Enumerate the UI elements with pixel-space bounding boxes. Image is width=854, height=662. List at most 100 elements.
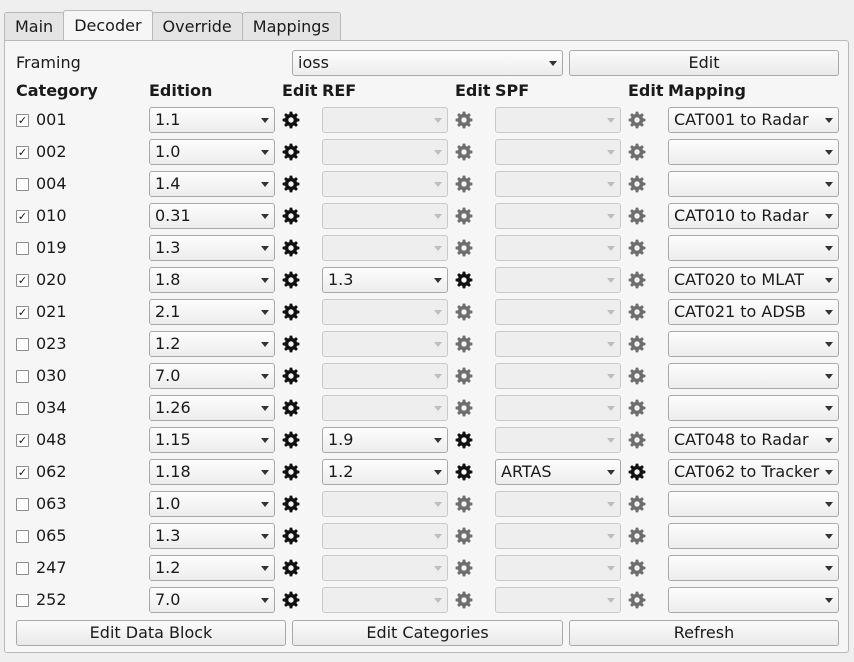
mapping-select[interactable]	[668, 523, 839, 549]
header-ref-edit: Edit	[455, 81, 491, 100]
tab-override[interactable]: Override	[151, 12, 243, 40]
edition-select[interactable]: 1.2	[149, 331, 275, 357]
edition-select[interactable]: 7.0	[149, 587, 275, 613]
gear-icon	[455, 591, 473, 609]
edition-select[interactable]: 1.15	[149, 427, 275, 453]
category-checkbox[interactable]: ✓	[16, 114, 29, 127]
gear-icon	[628, 271, 646, 289]
mapping-select[interactable]: CAT010 to Radar	[668, 203, 839, 229]
gear-icon[interactable]	[282, 207, 300, 225]
category-label: 021	[36, 302, 67, 321]
category-label: 063	[36, 494, 67, 513]
edit-data-block-button[interactable]: Edit Data Block	[16, 620, 286, 646]
edition-select-value: 1.3	[155, 526, 181, 545]
edit-categories-button[interactable]: Edit Categories	[292, 620, 563, 646]
gear-icon[interactable]	[282, 367, 300, 385]
gear-icon[interactable]	[282, 495, 300, 513]
tab-main[interactable]: Main	[4, 12, 65, 40]
edition-select[interactable]: 1.3	[149, 235, 275, 261]
spf-select[interactable]: ARTAS	[495, 459, 621, 485]
spf-select	[495, 427, 621, 453]
edition-select[interactable]: 0.31	[149, 203, 275, 229]
gear-icon[interactable]	[455, 463, 473, 481]
refresh-button[interactable]: Refresh	[569, 620, 839, 646]
category-checkbox[interactable]: ✓	[16, 562, 29, 575]
ref-select[interactable]: 1.2	[322, 459, 448, 485]
edition-select[interactable]: 1.2	[149, 555, 275, 581]
edition-select[interactable]: 1.4	[149, 171, 275, 197]
mapping-select[interactable]	[668, 139, 839, 165]
mapping-select[interactable]: CAT001 to Radar	[668, 107, 839, 133]
category-checkbox[interactable]: ✓	[16, 370, 29, 383]
edition-select[interactable]: 2.1	[149, 299, 275, 325]
category-checkbox[interactable]: ✓	[16, 210, 29, 223]
gear-icon[interactable]	[282, 463, 300, 481]
mapping-select[interactable]	[668, 587, 839, 613]
mapping-select[interactable]: CAT020 to MLAT	[668, 267, 839, 293]
gear-icon[interactable]	[282, 335, 300, 353]
mapping-select[interactable]	[668, 235, 839, 261]
decoder-panel: Framing ioss Edit Category Edition Edit …	[4, 40, 849, 653]
gear-icon[interactable]	[282, 559, 300, 577]
mapping-select[interactable]	[668, 363, 839, 389]
category-checkbox[interactable]: ✓	[16, 434, 29, 447]
gear-icon[interactable]	[282, 143, 300, 161]
gear-icon[interactable]	[282, 527, 300, 545]
ref-select	[322, 363, 448, 389]
tab-decoder[interactable]: Decoder	[63, 10, 153, 40]
chevron-down-icon	[825, 150, 833, 155]
category-checkbox[interactable]: ✓	[16, 306, 29, 319]
gear-icon[interactable]	[282, 271, 300, 289]
gear-icon[interactable]	[282, 239, 300, 257]
category-checkbox[interactable]: ✓	[16, 146, 29, 159]
gear-icon[interactable]	[628, 463, 646, 481]
edition-select-value: 1.0	[155, 142, 181, 161]
gear-icon[interactable]	[455, 431, 473, 449]
ref-select[interactable]: 1.3	[322, 267, 448, 293]
spf-select	[495, 299, 621, 325]
category-checkbox[interactable]: ✓	[16, 466, 29, 479]
mapping-select-value: CAT062 to Tracker	[674, 462, 820, 481]
edition-select[interactable]: 1.26	[149, 395, 275, 421]
mapping-select[interactable]	[668, 171, 839, 197]
framing-edit-button[interactable]: Edit	[569, 50, 839, 76]
edition-select[interactable]: 7.0	[149, 363, 275, 389]
spf-select	[495, 395, 621, 421]
mapping-select[interactable]: CAT021 to ADSB	[668, 299, 839, 325]
category-checkbox[interactable]: ✓	[16, 402, 29, 415]
edition-select[interactable]: 1.3	[149, 523, 275, 549]
gear-icon[interactable]	[282, 431, 300, 449]
gear-icon[interactable]	[455, 271, 473, 289]
ref-select	[322, 395, 448, 421]
category-checkbox[interactable]: ✓	[16, 274, 29, 287]
gear-icon[interactable]	[282, 399, 300, 417]
category-checkbox[interactable]: ✓	[16, 594, 29, 607]
category-checkbox[interactable]: ✓	[16, 178, 29, 191]
gear-icon[interactable]	[282, 111, 300, 129]
category-checkbox[interactable]: ✓	[16, 242, 29, 255]
edition-select[interactable]: 1.18	[149, 459, 275, 485]
edition-select[interactable]: 1.1	[149, 107, 275, 133]
mapping-select[interactable]	[668, 491, 839, 517]
ref-select	[322, 587, 448, 613]
edition-select[interactable]: 1.0	[149, 491, 275, 517]
category-checkbox[interactable]: ✓	[16, 530, 29, 543]
mapping-select[interactable]: CAT048 to Radar	[668, 427, 839, 453]
ref-select[interactable]: 1.9	[322, 427, 448, 453]
mapping-select[interactable]	[668, 555, 839, 581]
mapping-select[interactable]	[668, 331, 839, 357]
gear-icon[interactable]	[282, 175, 300, 193]
mapping-select[interactable]	[668, 395, 839, 421]
edition-select[interactable]: 1.0	[149, 139, 275, 165]
mapping-select-value: CAT048 to Radar	[674, 430, 809, 449]
mapping-select[interactable]: CAT062 to Tracker	[668, 459, 839, 485]
category-checkbox[interactable]: ✓	[16, 498, 29, 511]
gear-icon[interactable]	[282, 303, 300, 321]
category-checkbox[interactable]: ✓	[16, 338, 29, 351]
edition-select[interactable]: 1.8	[149, 267, 275, 293]
framing-select[interactable]: ioss	[292, 50, 563, 76]
chevron-down-icon	[434, 150, 442, 155]
ref-select	[322, 491, 448, 517]
tab-mappings[interactable]: Mappings	[241, 12, 341, 40]
gear-icon[interactable]	[282, 591, 300, 609]
